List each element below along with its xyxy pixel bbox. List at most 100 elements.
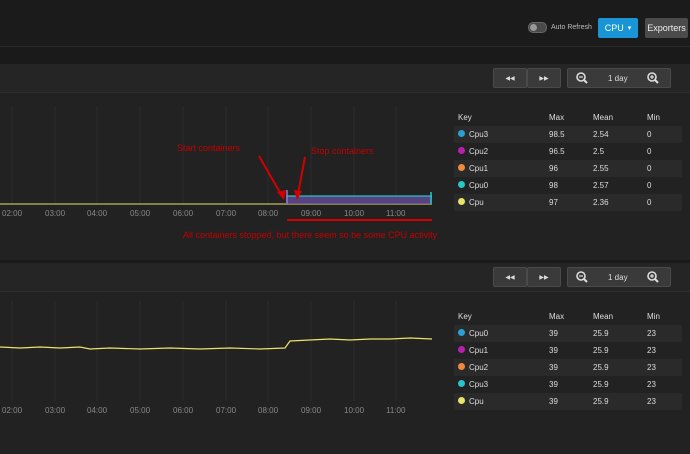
forward-icon: ▶▶ bbox=[539, 75, 549, 82]
series-name: Cpu1 bbox=[469, 164, 489, 173]
x-tick: 09:00 bbox=[301, 209, 322, 218]
mean-value: 25.9 bbox=[593, 329, 609, 338]
forward-button[interactable]: ▶▶ bbox=[527, 68, 561, 88]
series-color-dot bbox=[458, 164, 465, 172]
top-bar-divider bbox=[0, 46, 690, 47]
legend-row[interactable]: Cpu2 96.5 2.5 0 bbox=[454, 143, 682, 160]
min-value: 0 bbox=[647, 164, 652, 173]
zoom-out-icon bbox=[576, 72, 588, 84]
cpu-temperature-chart[interactable]: 02:00 03:00 04:00 05:00 06:00 07:00 08:0… bbox=[0, 291, 440, 454]
x-axis-ticks: 02:00 03:00 04:00 05:00 06:00 07:00 08:0… bbox=[2, 406, 406, 415]
annotations: Start containers Stop containers All con… bbox=[177, 143, 438, 240]
legend-row[interactable]: Cpu3 39 25.9 23 bbox=[454, 376, 682, 393]
mean-value: 2.54 bbox=[593, 130, 609, 139]
mean-value: 25.9 bbox=[593, 397, 609, 406]
max-value: 96.5 bbox=[549, 147, 565, 156]
mean-value: 2.57 bbox=[593, 181, 609, 190]
series-name: Cpu bbox=[469, 198, 484, 207]
max-value: 96 bbox=[549, 164, 558, 173]
col-key: Key bbox=[458, 113, 472, 122]
start-containers-annotation: Start containers bbox=[177, 143, 241, 153]
toggle-knob bbox=[530, 24, 537, 31]
min-value: 0 bbox=[647, 181, 652, 190]
series-color-dot bbox=[458, 130, 465, 138]
x-tick: 07:00 bbox=[216, 406, 237, 415]
min-value: 23 bbox=[647, 363, 656, 372]
stop-containers-annotation: Stop containers bbox=[311, 146, 374, 156]
series-name: Cpu0 bbox=[469, 181, 489, 190]
legend-row[interactable]: Cpu1 39 25.9 23 bbox=[454, 342, 682, 359]
legend-key: Cpu bbox=[458, 194, 484, 211]
series-color-dot bbox=[458, 198, 465, 206]
min-value: 23 bbox=[647, 397, 656, 406]
series-color-dot bbox=[458, 329, 465, 337]
x-tick: 06:00 bbox=[173, 209, 194, 218]
rewind-button[interactable]: ◀◀ bbox=[493, 267, 527, 287]
cpu-usage-panel: ◀◀ ▶▶ 1 day 02:00 03:00 04:00 05:00 06:0… bbox=[0, 64, 690, 260]
legend-row[interactable]: Cpu2 39 25.9 23 bbox=[454, 359, 682, 376]
legend-key: Cpu bbox=[458, 393, 484, 410]
x-tick: 02:00 bbox=[2, 406, 23, 415]
top-bar: Auto Refresh CPU ▾ Exporters bbox=[0, 0, 690, 46]
series-color-dot bbox=[458, 380, 465, 388]
series-color-dot bbox=[458, 147, 465, 155]
legend-row[interactable]: Cpu0 98 2.57 0 bbox=[454, 177, 682, 194]
x-tick: 08:00 bbox=[258, 209, 279, 218]
time-range-label: 1 day bbox=[608, 74, 628, 83]
x-tick: 08:00 bbox=[258, 406, 279, 415]
min-value: 23 bbox=[647, 329, 656, 338]
zoom-in-icon bbox=[647, 271, 659, 283]
x-tick: 07:00 bbox=[216, 209, 237, 218]
legend-row[interactable]: Cpu0 39 25.9 23 bbox=[454, 325, 682, 342]
rewind-icon: ◀◀ bbox=[505, 274, 515, 281]
legend-row[interactable]: Cpu 97 2.36 0 bbox=[454, 194, 682, 211]
legend-key: Cpu0 bbox=[458, 325, 488, 342]
mean-value: 2.36 bbox=[593, 198, 609, 207]
legend-table: Key Max Mean Min Cpu3 98.5 2.54 0 Cpu2 9… bbox=[454, 109, 682, 211]
x-tick: 03:00 bbox=[45, 209, 66, 218]
auto-refresh-label: Auto Refresh bbox=[551, 24, 592, 31]
auto-refresh-toggle[interactable] bbox=[528, 22, 547, 33]
forward-button[interactable]: ▶▶ bbox=[527, 267, 561, 287]
col-min: Min bbox=[647, 312, 660, 321]
series-name: Cpu3 bbox=[469, 380, 489, 389]
rewind-button[interactable]: ◀◀ bbox=[493, 68, 527, 88]
legend-header: Key Max Mean Min bbox=[454, 308, 682, 325]
x-tick: 03:00 bbox=[45, 406, 66, 415]
series-name: Cpu0 bbox=[469, 329, 489, 338]
cpu-activity-annotation: All containers stopped, but there seem s… bbox=[183, 230, 438, 240]
legend-key: Cpu2 bbox=[458, 359, 488, 376]
legend-row[interactable]: Cpu 39 25.9 23 bbox=[454, 393, 682, 410]
min-value: 0 bbox=[647, 198, 652, 207]
min-value: 23 bbox=[647, 380, 656, 389]
legend-row[interactable]: Cpu1 96 2.55 0 bbox=[454, 160, 682, 177]
legend-key: Cpu0 bbox=[458, 177, 488, 194]
auto-refresh-control[interactable]: Auto Refresh bbox=[528, 22, 592, 33]
zoom-out-button[interactable] bbox=[575, 71, 589, 85]
col-mean: Mean bbox=[593, 113, 614, 122]
mean-value: 2.5 bbox=[593, 147, 605, 156]
cpu-dropdown-button[interactable]: CPU ▾ bbox=[598, 18, 638, 38]
mean-value: 25.9 bbox=[593, 363, 609, 372]
cpu-usage-chart[interactable]: 02:00 03:00 04:00 05:00 06:00 07:00 08:0… bbox=[0, 92, 440, 260]
series-name: Cpu2 bbox=[469, 147, 489, 156]
zoom-out-button[interactable] bbox=[575, 270, 589, 284]
max-value: 39 bbox=[549, 380, 558, 389]
forward-icon: ▶▶ bbox=[539, 274, 549, 281]
x-tick: 10:00 bbox=[344, 406, 365, 415]
series-name: Cpu3 bbox=[469, 130, 489, 139]
mean-value: 25.9 bbox=[593, 346, 609, 355]
legend-row[interactable]: Cpu3 98.5 2.54 0 bbox=[454, 126, 682, 143]
x-tick: 11:00 bbox=[386, 209, 406, 218]
max-value: 98 bbox=[549, 181, 558, 190]
col-key: Key bbox=[458, 312, 472, 321]
x-tick: 10:00 bbox=[344, 209, 365, 218]
zoom-in-button[interactable] bbox=[646, 71, 660, 85]
max-value: 39 bbox=[549, 346, 558, 355]
mean-value: 2.55 bbox=[593, 164, 609, 173]
legend-key: Cpu1 bbox=[458, 160, 488, 177]
exporters-button[interactable]: Exporters bbox=[645, 18, 688, 38]
zoom-in-button[interactable] bbox=[646, 270, 660, 284]
x-tick: 04:00 bbox=[87, 209, 108, 218]
max-value: 39 bbox=[549, 329, 558, 338]
